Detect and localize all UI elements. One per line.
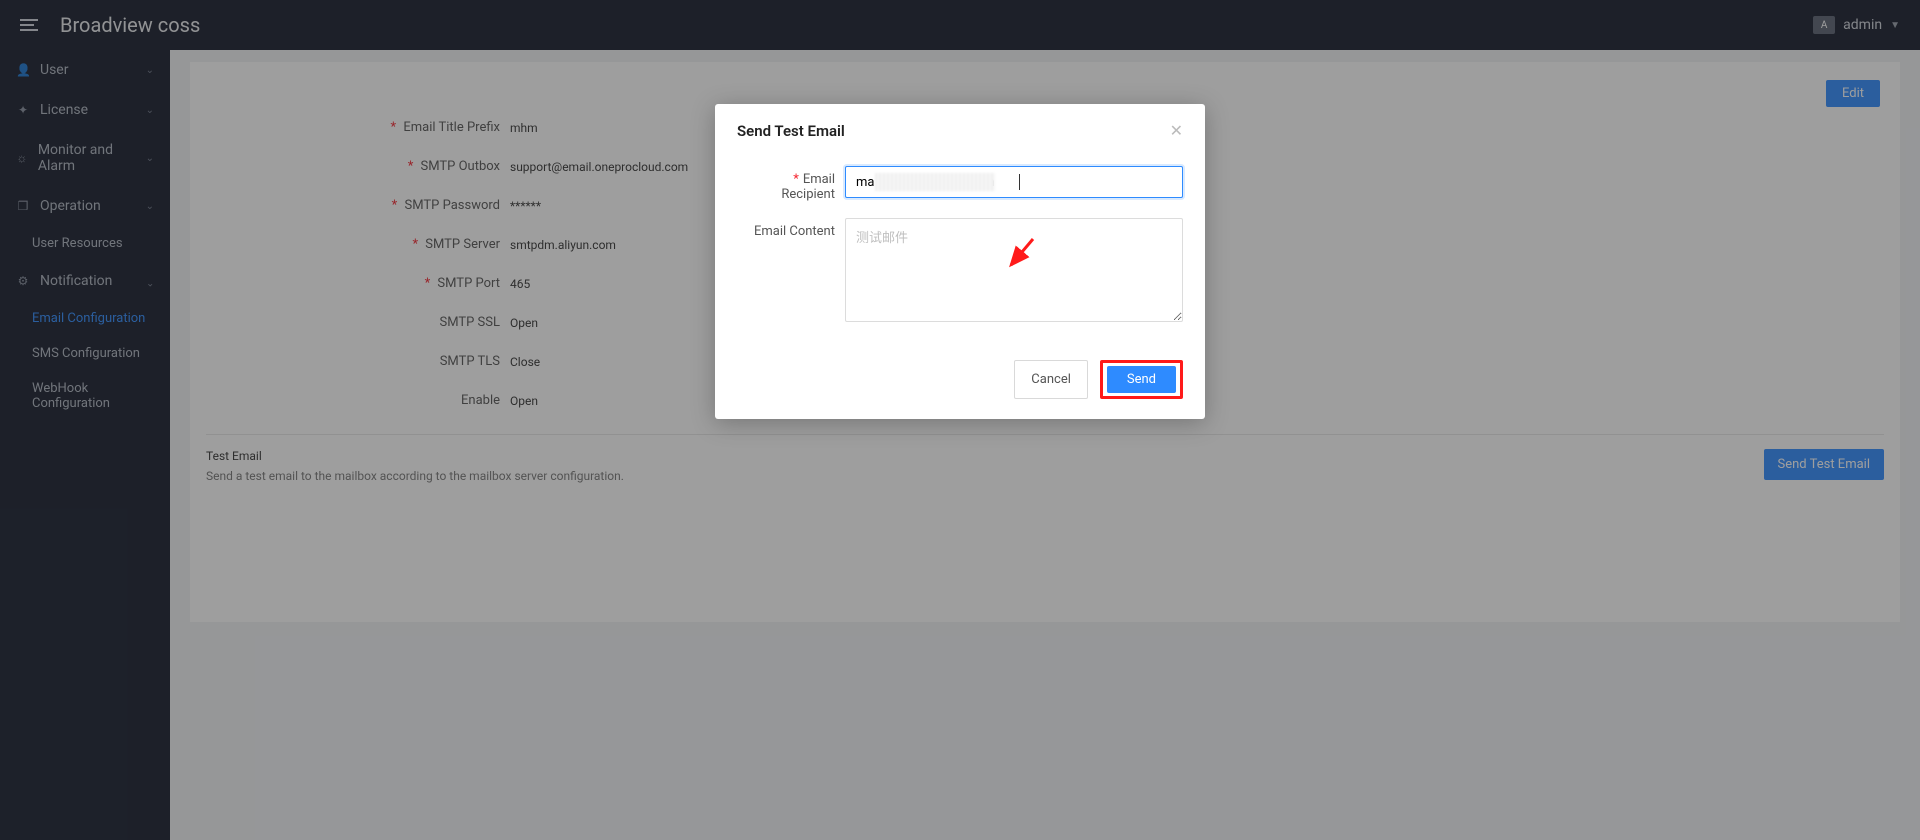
modal-title: Send Test Email <box>737 122 845 140</box>
modal-overlay: Send Test Email ✕ *Email Recipient Email… <box>0 0 1920 840</box>
app-root: Send Test Email ✕ *Email Recipient Email… <box>0 0 1920 840</box>
modal-body: *Email Recipient Email Content <box>715 150 1205 346</box>
label-email-content: Email Content <box>737 218 845 239</box>
close-icon[interactable]: ✕ <box>1170 123 1183 139</box>
modal-footer: Cancel Send <box>715 346 1205 419</box>
row-email-content: Email Content <box>737 218 1183 326</box>
cancel-button[interactable]: Cancel <box>1014 360 1088 399</box>
row-email-recipient: *Email Recipient <box>737 166 1183 202</box>
input-wrap-email-recipient <box>845 166 1183 198</box>
input-wrap-email-content <box>845 218 1183 326</box>
send-test-email-modal: Send Test Email ✕ *Email Recipient Email… <box>715 104 1205 419</box>
annotation-highlight: Send <box>1100 360 1183 399</box>
label-email-recipient: *Email Recipient <box>737 166 845 202</box>
modal-header: Send Test Email ✕ <box>715 104 1205 150</box>
send-button[interactable]: Send <box>1107 366 1176 393</box>
email-recipient-input[interactable] <box>845 166 1183 198</box>
email-content-textarea[interactable] <box>845 218 1183 322</box>
